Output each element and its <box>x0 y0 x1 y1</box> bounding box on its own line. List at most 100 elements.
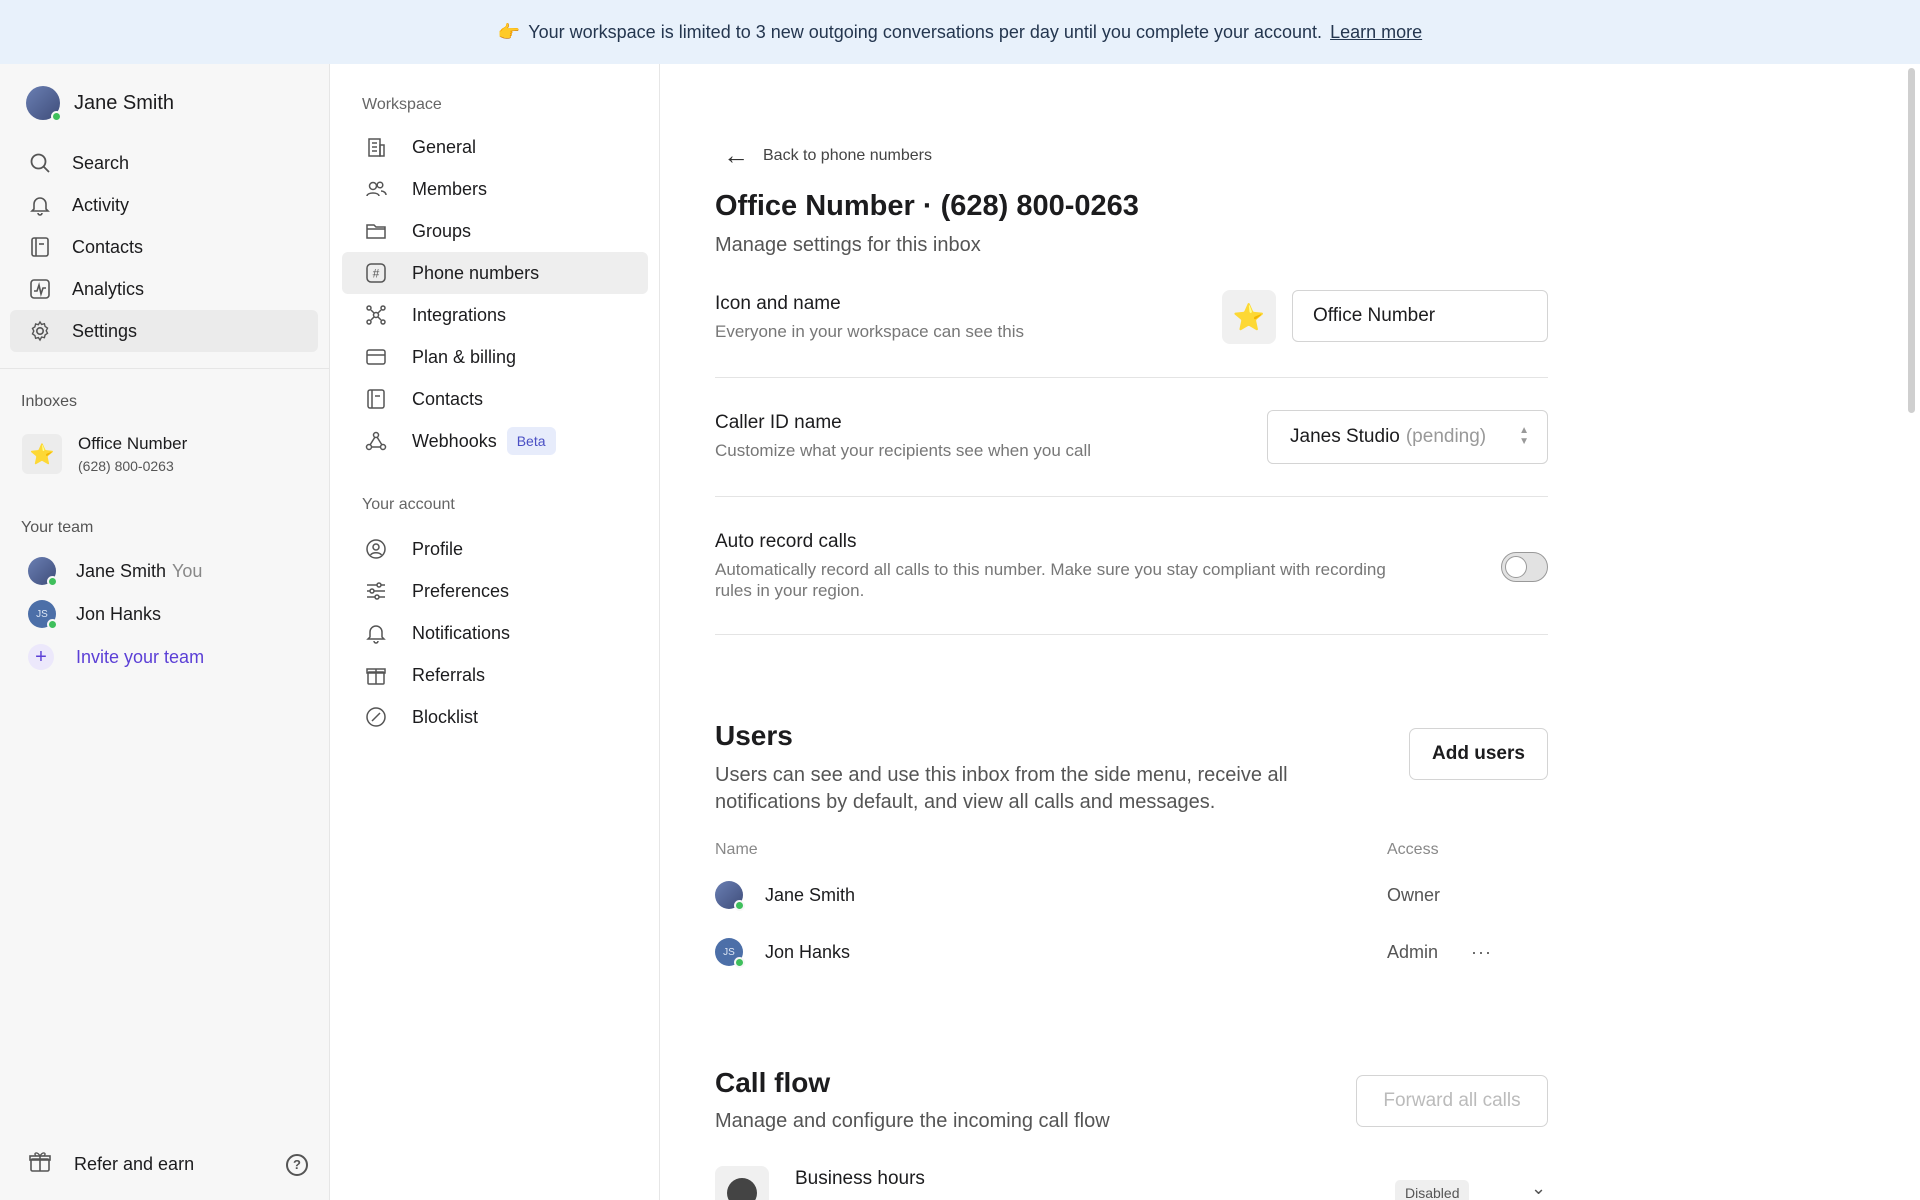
inbox-icon-picker[interactable]: ⭐ <box>1222 290 1276 344</box>
gift-icon <box>364 663 388 687</box>
call-flow-desc: Manage and configure the incoming call f… <box>715 1110 1110 1132</box>
settings-item-integrations[interactable]: Integrations <box>342 294 648 336</box>
settings-item-general[interactable]: General <box>342 126 648 168</box>
avatar <box>715 881 745 911</box>
status-badge: Disabled <box>1395 1180 1470 1200</box>
gift-icon <box>28 1150 52 1179</box>
svg-text:#: # <box>373 267 380 281</box>
caller-id-select[interactable]: Janes Studio (pending) ▲ ▼ <box>1267 410 1548 464</box>
caller-id-desc: Customize what your recipients see when … <box>715 441 1092 460</box>
settings-item-groups[interactable]: Groups <box>342 210 648 252</box>
webhooks-icon <box>364 429 388 453</box>
folder-icon <box>364 219 388 243</box>
auto-record-label: Auto record calls <box>715 531 857 552</box>
settings-item-label: Members <box>412 178 488 199</box>
settings-item-phone-numbers[interactable]: # Phone numbers <box>342 252 648 294</box>
settings-item-label: Contacts <box>412 388 484 409</box>
settings-item-label: Preferences <box>412 580 510 601</box>
team-member-name: Jon Hanks <box>76 603 162 624</box>
team-label: Your team <box>21 519 94 536</box>
nav-item-contacts[interactable]: Contacts <box>10 226 318 268</box>
divider <box>0 368 330 369</box>
business-hours-row[interactable]: Business hours Disabled ⌄ <box>715 1164 1548 1200</box>
settings-item-referrals[interactable]: Referrals <box>342 654 648 696</box>
nav-item-label: Activity <box>72 194 130 215</box>
column-header-access: Access <box>1387 841 1439 858</box>
page-title: Office Number · (628) 800-0263 <box>715 190 1139 222</box>
nav-item-settings[interactable]: Settings <box>10 310 318 352</box>
bell-icon <box>364 621 388 645</box>
online-indicator <box>734 900 745 911</box>
profile-icon <box>364 537 388 561</box>
settings-item-label: General <box>412 136 477 157</box>
refer-and-earn[interactable]: Refer and earn ? <box>28 1150 308 1179</box>
caller-id-label: Caller ID name <box>715 412 842 433</box>
settings-item-plan-billing[interactable]: Plan & billing <box>342 336 648 378</box>
caller-id-value: Janes Studio <box>1290 426 1400 447</box>
team-member-jane[interactable]: Jane Smith You <box>28 557 203 587</box>
settings-item-label: Integrations <box>412 304 507 325</box>
nav-item-analytics[interactable]: Analytics <box>10 268 318 310</box>
star-icon: ⭐ <box>22 434 62 474</box>
settings-item-notifications[interactable]: Notifications <box>342 612 648 654</box>
divider <box>715 634 1548 635</box>
page-subtitle: Manage settings for this inbox <box>715 234 981 256</box>
user-profile-header[interactable]: Jane Smith <box>26 86 174 122</box>
team-member-jon[interactable]: JS Jon Hanks <box>28 600 162 630</box>
inbox-office-number[interactable]: ⭐ Office Number (628) 800-0263 <box>22 434 187 474</box>
bell-icon <box>28 193 52 217</box>
nav-item-activity[interactable]: Activity <box>10 184 318 226</box>
users-desc-line2: notifications by default, and view all c… <box>715 791 1216 813</box>
user-name: Jane Smith <box>765 884 856 905</box>
settings-item-label: Notifications <box>412 622 511 643</box>
column-header-name: Name <box>715 841 758 858</box>
integrations-icon <box>364 303 388 327</box>
user-access: Owner <box>1387 884 1441 905</box>
table-row: Jane Smith Owner <box>715 875 1548 915</box>
account-limit-banner: 👉 Your workspace is limited to 3 new out… <box>0 0 1920 64</box>
forward-all-calls-button[interactable]: Forward all calls <box>1356 1075 1548 1127</box>
you-tag: You <box>172 560 203 581</box>
back-to-phone-numbers-link[interactable]: ← Back to phone numbers <box>723 140 932 171</box>
settings-item-contacts[interactable]: Contacts <box>342 378 648 420</box>
nav-item-search[interactable]: Search <box>10 142 318 184</box>
pointing-hand-icon: 👉 <box>497 21 521 42</box>
auto-record-toggle[interactable] <box>1501 552 1548 582</box>
settings-item-profile[interactable]: Profile <box>342 528 648 570</box>
settings-item-label: Plan & billing <box>412 346 517 367</box>
account-label: Your account <box>362 496 455 513</box>
workspace-label: Workspace <box>362 96 442 113</box>
icon-name-desc: Everyone in your workspace can see this <box>715 322 1024 341</box>
inboxes-label: Inboxes <box>21 393 78 410</box>
card-icon <box>364 345 388 369</box>
settings-item-label: Profile <box>412 538 464 559</box>
divider <box>715 377 1548 378</box>
updown-chevron-icon: ▲ ▼ <box>1519 425 1529 447</box>
icon-name-label: Icon and name <box>715 293 841 314</box>
learn-more-link[interactable]: Learn more <box>1330 22 1422 43</box>
settings-item-preferences[interactable]: Preferences <box>342 570 648 612</box>
user-access: Admin <box>1387 941 1439 962</box>
nav-item-label: Analytics <box>72 278 145 299</box>
settings-item-members[interactable]: Members <box>342 168 648 210</box>
settings-item-label: Referrals <box>412 664 486 685</box>
more-options-icon[interactable]: ··· <box>1471 942 1492 963</box>
avatar: JS <box>28 600 58 630</box>
divider <box>715 496 1548 497</box>
scrollbar[interactable] <box>1908 68 1915 413</box>
settings-item-blocklist[interactable]: Blocklist <box>342 696 648 738</box>
invite-team-button[interactable]: + Invite your team <box>28 644 204 670</box>
beta-badge: Beta <box>506 427 556 455</box>
settings-item-webhooks[interactable]: Webhooks Beta <box>342 420 648 462</box>
star-icon: ⭐ <box>1232 301 1266 332</box>
workspace-menu: General Members Groups # Phone numbers I… <box>342 126 648 462</box>
clock-icon <box>715 1166 769 1200</box>
users-desc-line1: Users can see and use this inbox from th… <box>715 764 1288 786</box>
inbox-name-input[interactable] <box>1292 290 1548 342</box>
help-icon[interactable]: ? <box>286 1153 308 1176</box>
users-heading: Users <box>715 720 793 751</box>
add-users-button[interactable]: Add users <box>1409 728 1548 780</box>
chevron-down-icon[interactable]: ⌄ <box>1531 1178 1546 1199</box>
refer-label: Refer and earn <box>74 1154 195 1174</box>
toggle-knob <box>1505 556 1527 578</box>
